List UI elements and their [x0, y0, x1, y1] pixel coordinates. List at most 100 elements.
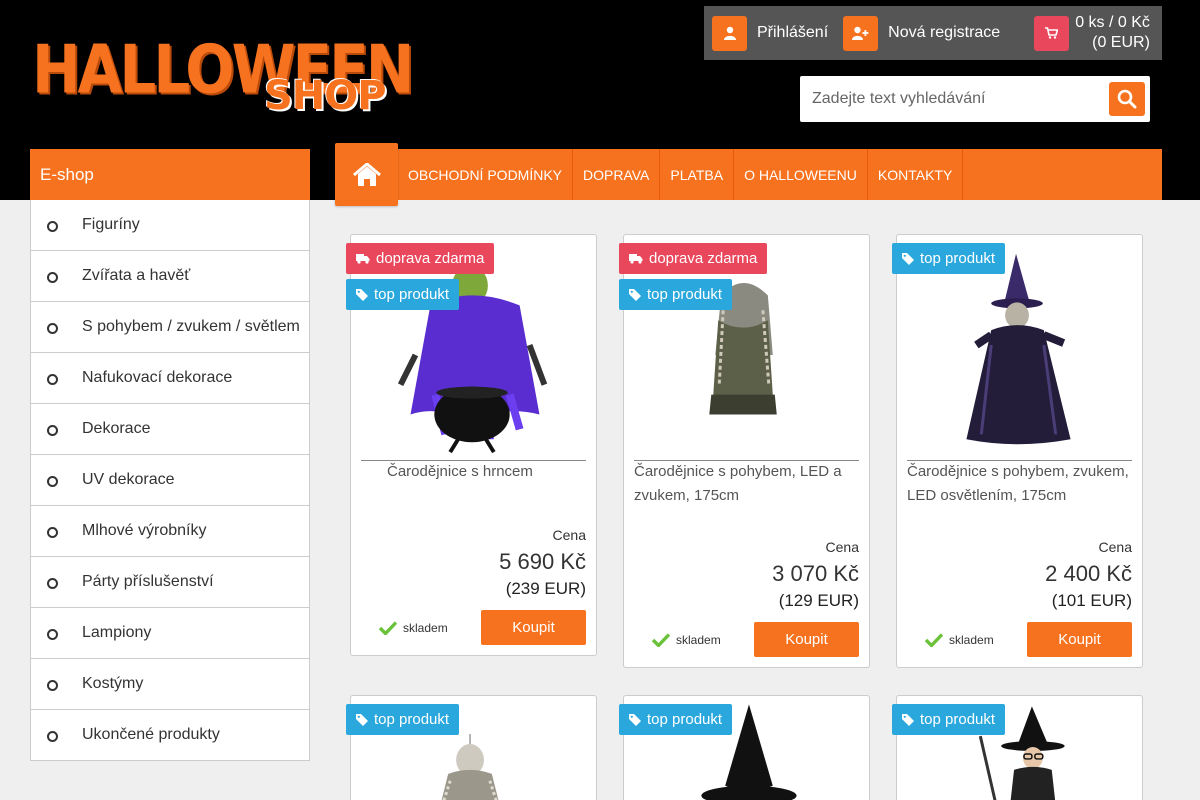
check-icon [925, 633, 943, 647]
category-item[interactable]: Párty příslušenství [31, 556, 309, 607]
price-eur: (129 EUR) [778, 591, 859, 610]
stock-label: skladem [949, 633, 994, 647]
circle-bullet-icon [47, 628, 58, 640]
nav-item-payment[interactable]: PLATBA [660, 149, 735, 200]
home-button[interactable] [335, 143, 398, 206]
stock-status: skladem [379, 621, 448, 635]
circle-bullet-icon [47, 526, 58, 538]
category-item[interactable]: Mlhové výrobníky [31, 505, 309, 556]
price-czk: 3 070 Kč [772, 561, 859, 586]
user-plus-icon [843, 15, 879, 51]
search-button[interactable] [1109, 82, 1145, 116]
circle-bullet-icon [47, 271, 58, 283]
badge-label: top produkt [647, 286, 723, 303]
stock-status: skladem [652, 633, 721, 647]
truck-icon [629, 254, 643, 264]
register-button[interactable]: Nová registrace [843, 6, 1000, 60]
search-box [800, 76, 1150, 122]
price-czk: 2 400 Kč [1045, 561, 1132, 586]
category-label: Figuríny [82, 216, 140, 233]
nav-item-about-halloween[interactable]: O HALLOWEENU [734, 149, 868, 200]
category-label: Párty příslušenství [82, 573, 214, 590]
main-nav: OBCHODNÍ PODMÍNKY DOPRAVA PLATBA O HALLO… [335, 143, 1162, 206]
circle-bullet-icon [47, 220, 58, 232]
product-card: top produkt [619, 695, 870, 800]
circle-bullet-icon [47, 577, 58, 589]
price-label: Cena [552, 527, 586, 543]
price-czk: 5 690 Kč [499, 549, 586, 574]
buy-button[interactable]: Koupit [754, 622, 859, 657]
search-icon [1117, 89, 1137, 109]
circle-bullet-icon [47, 424, 58, 436]
category-label: S pohybem / zvukem / světlem [82, 318, 300, 335]
product-card: doprava zdarma top produkt Čarodějnice s… [619, 234, 870, 668]
top-product-badge: top produkt [892, 243, 1006, 274]
price-label: Cena [825, 539, 859, 555]
product-card: top produkt [346, 695, 597, 800]
circle-bullet-icon [47, 730, 58, 742]
price-eur: (239 EUR) [505, 579, 586, 598]
logo-sub-text: SHOP [264, 73, 387, 119]
badge-label: top produkt [920, 250, 996, 267]
category-item[interactable]: UV dekorace [31, 454, 309, 505]
top-product-badge: top produkt [619, 279, 733, 310]
category-item[interactable]: Kostýmy [31, 658, 309, 709]
category-item[interactable]: Lampiony [31, 607, 309, 658]
check-icon [652, 633, 670, 647]
badge-label: top produkt [374, 711, 450, 728]
category-label: UV dekorace [82, 471, 175, 488]
cart-eur: (0 EUR) [1092, 34, 1150, 51]
badge-label: doprava zdarma [649, 250, 758, 267]
nav-item-contacts[interactable]: KONTAKTY [868, 149, 964, 200]
category-label: Lampiony [82, 624, 152, 641]
category-label: Kostýmy [82, 675, 144, 692]
free-shipping-badge: doprava zdarma [619, 243, 768, 274]
badge-label: top produkt [647, 711, 723, 728]
buy-button[interactable]: Koupit [1027, 622, 1132, 657]
cart-count: 0 ks / 0 Kč [1075, 14, 1150, 31]
category-item[interactable]: Zvířata a havěť [31, 250, 309, 301]
tag-icon [629, 288, 641, 301]
stock-status: skladem [925, 633, 994, 647]
tag-icon [629, 713, 641, 726]
nav-item-terms[interactable]: OBCHODNÍ PODMÍNKY [398, 149, 574, 200]
product-name[interactable]: Čarodějnice s pohybem, zvukem, LED osvět… [907, 460, 1137, 508]
category-item[interactable]: Nafukovací dekorace [31, 352, 309, 403]
badge-label: top produkt [920, 711, 996, 728]
free-shipping-badge: doprava zdarma [346, 243, 495, 274]
home-icon [352, 162, 381, 186]
top-product-badge: top produkt [892, 704, 1006, 735]
stock-label: skladem [403, 621, 448, 635]
category-item[interactable]: Figuríny [31, 200, 309, 250]
user-icon [712, 15, 747, 51]
category-item[interactable]: Dekorace [31, 403, 309, 454]
product-card: doprava zdarma top produkt Čarodějnice s… [346, 234, 597, 656]
sidebar-title: E-shop [30, 149, 310, 200]
top-product-badge: top produkt [346, 279, 460, 310]
register-label: Nová registrace [888, 24, 1001, 41]
product-name[interactable]: Čarodějnice s pohybem, LED a zvukem, 175… [634, 460, 859, 508]
category-label: Mlhové výrobníky [82, 522, 207, 539]
search-input[interactable] [800, 76, 1100, 122]
tag-icon [356, 288, 368, 301]
category-item[interactable]: S pohybem / zvukem / světlem [31, 301, 309, 352]
circle-bullet-icon [47, 322, 58, 334]
top-product-badge: top produkt [346, 704, 460, 735]
category-item[interactable]: Ukončené produkty [31, 709, 309, 760]
cart-summary: 0 ks / 0 Kč (0 EUR) [1075, 13, 1150, 53]
category-label: Zvířata a havěť [82, 267, 191, 284]
circle-bullet-icon [47, 679, 58, 691]
circle-bullet-icon [47, 373, 58, 385]
buy-button[interactable]: Koupit [481, 610, 586, 645]
badge-label: top produkt [374, 286, 450, 303]
cart-button[interactable]: 0 ks / 0 Kč (0 EUR) [1034, 6, 1150, 60]
product-name[interactable]: Čarodějnice s hrncem [387, 460, 587, 484]
nav-item-shipping[interactable]: DOPRAVA [573, 149, 661, 200]
badge-label: doprava zdarma [376, 250, 485, 267]
category-label: Nafukovací dekorace [82, 369, 233, 386]
tag-icon [902, 713, 914, 726]
site-logo[interactable]: HALLOWEEN SHOP [32, 36, 414, 126]
login-button[interactable]: Přihlášení [712, 6, 828, 60]
login-label: Přihlášení [757, 24, 829, 41]
price-label: Cena [1098, 539, 1132, 555]
